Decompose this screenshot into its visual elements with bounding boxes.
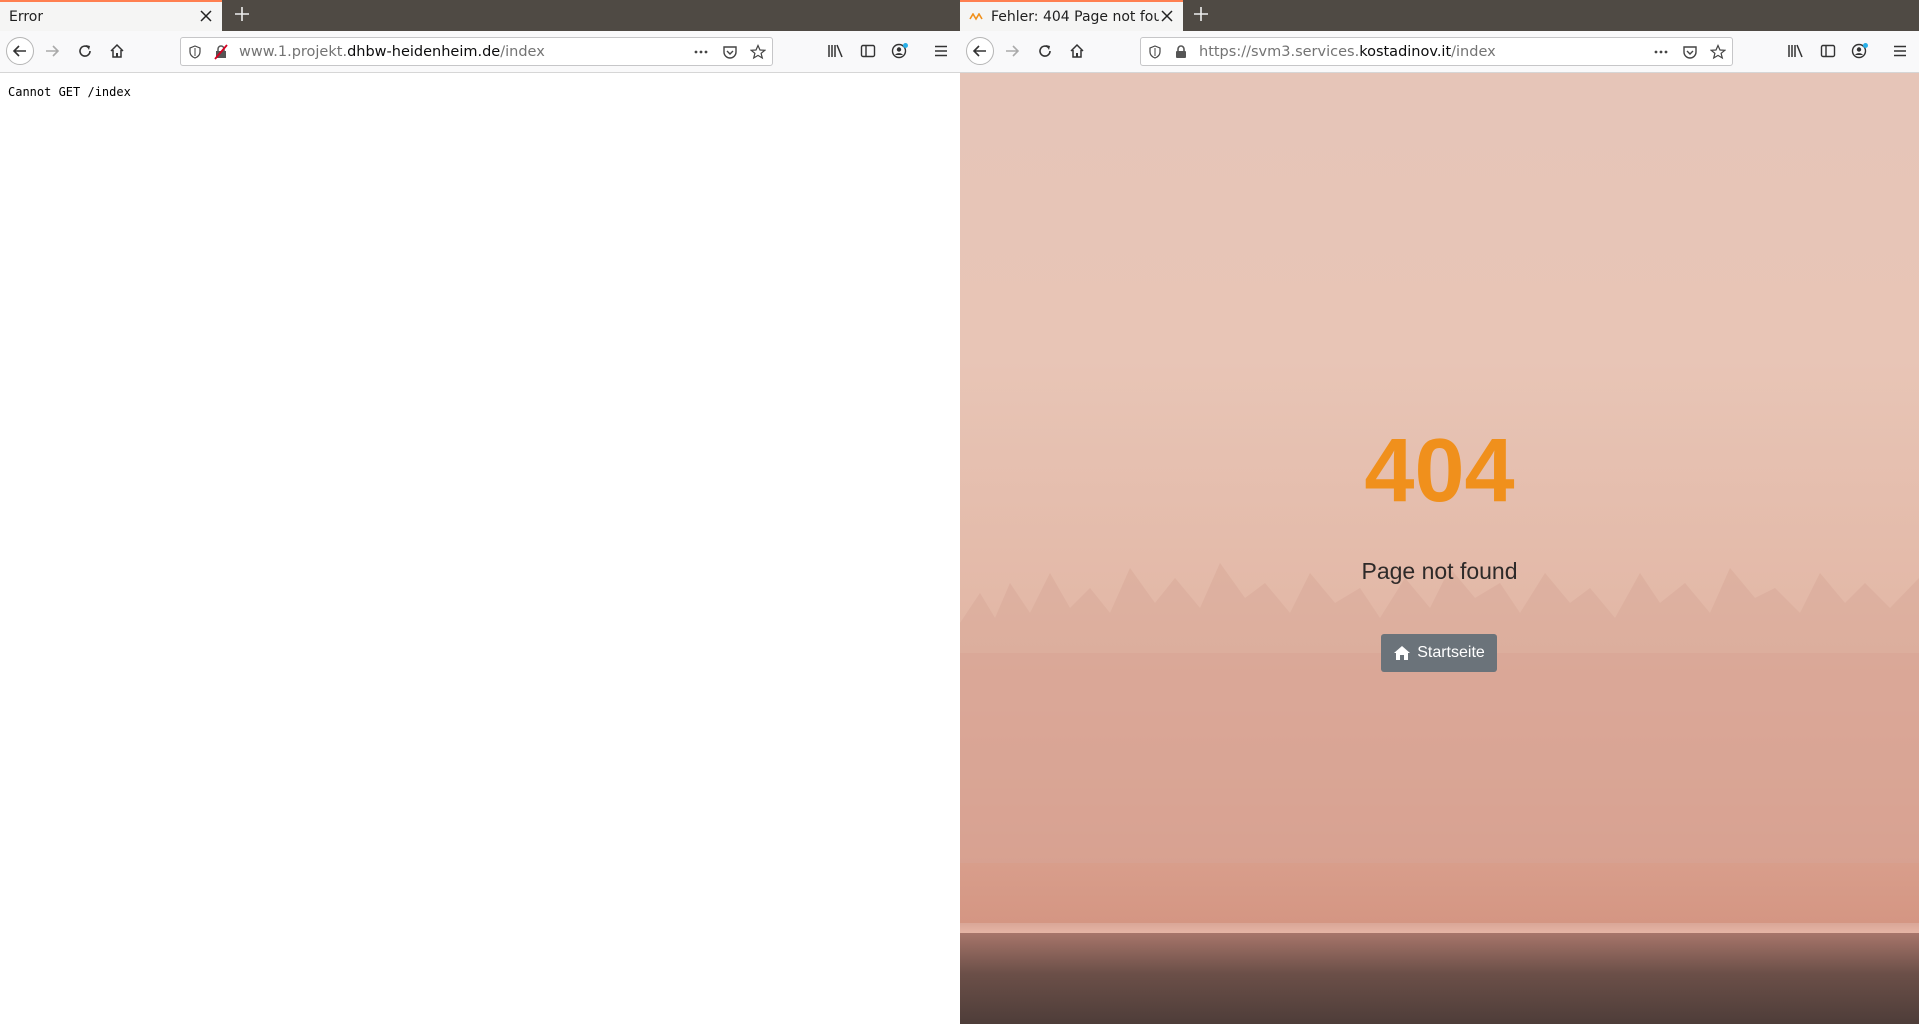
hamburger-menu-icon[interactable] (1886, 37, 1914, 65)
back-arrow-icon[interactable] (966, 37, 994, 65)
error-message: Page not found (1361, 558, 1518, 584)
tab-title: Fehler: 404 Page not fou (991, 9, 1159, 25)
close-icon[interactable] (198, 9, 214, 25)
home-icon (1394, 646, 1411, 660)
close-icon[interactable] (1159, 9, 1175, 25)
screen: Error www.1.projekt.dhbw-heidenheim.de/i… (0, 0, 1919, 1024)
nav-toolbar: www.1.projekt.dhbw-heidenheim.de/index (0, 31, 960, 73)
library-icon[interactable] (822, 37, 850, 65)
home-button-label: Startseite (1417, 644, 1485, 661)
tab-404[interactable]: Fehler: 404 Page not fou (960, 0, 1183, 31)
account-icon[interactable] (886, 37, 914, 65)
sidebar-icon[interactable] (1814, 37, 1842, 65)
right-browser-window: Fehler: 404 Page not fou https://svm3.se… (960, 0, 1919, 1024)
tab-bar: Fehler: 404 Page not fou (960, 0, 1919, 31)
plus-icon[interactable] (229, 3, 255, 29)
url-bar[interactable]: www.1.projekt.dhbw-heidenheim.de/index (180, 37, 773, 66)
error-text: Cannot GET /index (8, 85, 131, 99)
tracking-shield-icon[interactable] (1147, 44, 1163, 60)
forward-arrow-icon[interactable] (38, 37, 66, 65)
url-bar[interactable]: https://svm3.services.kostadinov.it/inde… (1140, 37, 1733, 66)
bookmark-star-icon[interactable] (750, 44, 766, 60)
ground (960, 933, 1919, 1024)
page-content: Cannot GET /index (0, 73, 960, 1024)
back-arrow-icon[interactable] (6, 37, 34, 65)
home-icon[interactable] (103, 37, 131, 65)
tab-error[interactable]: Error (0, 0, 222, 31)
url-text: https://svm3.services.kostadinov.it/inde… (1199, 44, 1496, 60)
nav-toolbar: https://svm3.services.kostadinov.it/inde… (960, 31, 1919, 73)
left-browser-window: Error www.1.projekt.dhbw-heidenheim.de/i… (0, 0, 960, 1024)
insecure-lock-icon[interactable] (213, 44, 229, 60)
home-button[interactable]: Startseite (1381, 634, 1497, 672)
page-content: 404 Page not found Startseite (960, 73, 1919, 1024)
forward-arrow-icon[interactable] (998, 37, 1026, 65)
url-text: www.1.projekt.dhbw-heidenheim.de/index (239, 44, 545, 60)
pocket-icon[interactable] (1682, 44, 1698, 60)
bookmark-star-icon[interactable] (1710, 44, 1726, 60)
sidebar-icon[interactable] (854, 37, 882, 65)
more-icon[interactable] (693, 44, 709, 60)
error-code: 404 (1364, 421, 1515, 521)
site-favicon-icon (969, 13, 983, 21)
account-icon[interactable] (1846, 37, 1874, 65)
pocket-icon[interactable] (722, 44, 738, 60)
reload-icon[interactable] (71, 37, 99, 65)
reload-icon[interactable] (1031, 37, 1059, 65)
hamburger-menu-icon[interactable] (927, 37, 955, 65)
more-icon[interactable] (1653, 44, 1669, 60)
home-icon[interactable] (1063, 37, 1091, 65)
tracking-shield-icon[interactable] (187, 44, 203, 60)
lock-icon[interactable] (1173, 44, 1189, 60)
plus-icon[interactable] (1188, 3, 1214, 29)
tab-title: Error (9, 9, 44, 25)
tab-bar: Error (0, 0, 960, 31)
library-icon[interactable] (1782, 37, 1810, 65)
